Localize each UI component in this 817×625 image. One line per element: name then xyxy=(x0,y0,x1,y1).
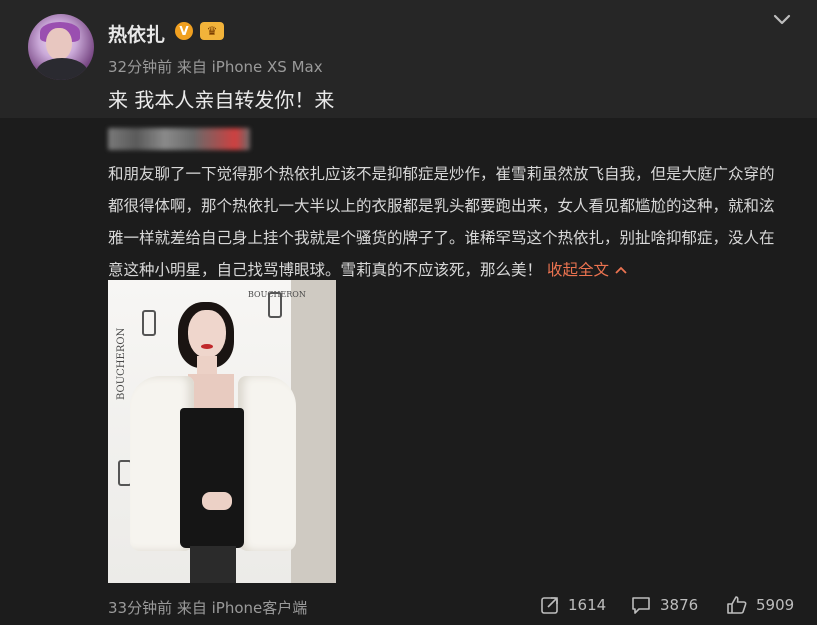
like-icon xyxy=(727,596,747,614)
collapse-button[interactable]: 收起全文 xyxy=(547,261,627,279)
comment-button[interactable]: 3876 xyxy=(630,594,698,616)
like-button[interactable]: 5909 xyxy=(726,594,794,616)
original-post: 热依扎 V ♛ 32分钟前 来自 iPhone XS Max 来 我本人亲自转发… xyxy=(0,0,817,118)
comment-count: 3876 xyxy=(660,596,699,614)
repost-text: 和朋友聊了一下觉得那个热依扎应该不是抑郁症是炒作，崔雪莉虽然放飞自我，但是大庭广… xyxy=(108,158,788,286)
crown-icon: ♛ xyxy=(200,22,224,40)
repost-icon xyxy=(541,597,558,614)
post-text: 来 我本人亲自转发你！来 xyxy=(108,88,335,112)
verified-icon: V xyxy=(175,22,193,40)
username[interactable]: 热依扎 xyxy=(108,20,165,47)
repost-body: 和朋友聊了一下觉得那个热依扎应该不是抑郁症是炒作，崔雪莉虽然放飞自我，但是大庭广… xyxy=(108,165,775,279)
photo-brand-text: BOUCHERON xyxy=(116,327,127,400)
repost-time-source: 33分钟前 来自 iPhone客户端 xyxy=(108,599,308,617)
chevron-down-icon[interactable] xyxy=(770,8,794,32)
post-photo[interactable]: BOUCHERON BOUCHERON xyxy=(108,280,336,583)
post-time-source: 32分钟前 来自 iPhone XS Max xyxy=(108,58,323,76)
repost-count: 1614 xyxy=(568,596,607,614)
comment-icon xyxy=(632,597,650,614)
chevron-up-icon xyxy=(615,266,627,274)
avatar[interactable] xyxy=(28,14,94,80)
repost-button[interactable]: 1614 xyxy=(540,594,606,616)
blurred-author-name xyxy=(108,128,250,150)
reposted-content: 和朋友聊了一下觉得那个热依扎应该不是抑郁症是炒作，崔雪莉虽然放飞自我，但是大庭广… xyxy=(0,118,817,625)
like-count: 5909 xyxy=(756,596,795,614)
